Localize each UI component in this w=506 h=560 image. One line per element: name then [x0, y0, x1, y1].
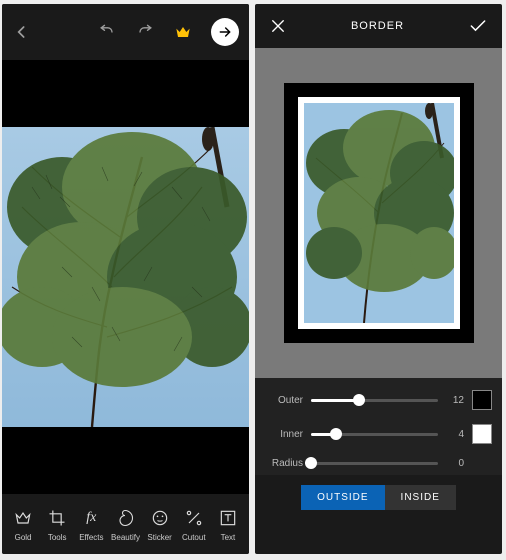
border-screen: BORDER	[255, 4, 502, 554]
slider-value: 0	[446, 458, 464, 469]
tool-label: Beautify	[111, 533, 140, 542]
slider-outer: Outer 12	[265, 390, 492, 410]
header-title: BORDER	[351, 20, 404, 32]
tool-sticker[interactable]: Sticker	[145, 507, 175, 542]
border-outer	[284, 83, 474, 343]
slider-label: Outer	[265, 395, 303, 406]
tool-effects[interactable]: fx Effects	[76, 507, 106, 542]
tool-label: Cutout	[182, 533, 206, 542]
slider-track-outer[interactable]	[311, 399, 438, 402]
tool-label: Text	[221, 533, 236, 542]
border-header: BORDER	[255, 4, 502, 48]
tool-label: Tools	[48, 533, 67, 542]
forward-button[interactable]	[211, 18, 239, 46]
slider-label: Inner	[265, 429, 303, 440]
color-swatch-inner[interactable]	[472, 424, 492, 444]
tool-text[interactable]: Text	[213, 507, 243, 542]
border-mode-tabs: OUTSIDE INSIDE	[255, 475, 502, 524]
crop-icon	[47, 507, 67, 529]
top-bar	[2, 4, 249, 60]
redo-icon[interactable]	[135, 22, 155, 42]
slider-value: 4	[446, 429, 464, 440]
tab-inside[interactable]: INSIDE	[385, 485, 456, 510]
tool-gold[interactable]: Gold	[8, 507, 38, 542]
crown-icon[interactable]	[173, 22, 193, 42]
tool-beautify[interactable]: Beautify	[110, 507, 140, 542]
canvas[interactable]	[2, 60, 249, 494]
slider-label: Radius	[265, 458, 303, 469]
tool-tools[interactable]: Tools	[42, 507, 72, 542]
slider-radius: Radius 0	[265, 458, 492, 469]
tool-cutout[interactable]: Cutout	[179, 507, 209, 542]
tab-outside[interactable]: OUTSIDE	[301, 485, 384, 510]
color-swatch-outer[interactable]	[472, 390, 492, 410]
undo-icon[interactable]	[97, 22, 117, 42]
slider-value: 12	[446, 395, 464, 406]
tool-label: Gold	[15, 533, 32, 542]
slider-track-inner[interactable]	[311, 433, 438, 436]
slider-inner: Inner 4	[265, 424, 492, 444]
border-preview[interactable]	[255, 48, 502, 378]
slider-track-radius[interactable]	[311, 462, 438, 465]
tool-label: Effects	[79, 533, 103, 542]
crown-outline-icon	[13, 507, 33, 529]
close-icon[interactable]	[269, 17, 287, 35]
tool-label: Sticker	[147, 533, 171, 542]
photo-preview	[2, 127, 249, 427]
back-icon[interactable]	[12, 22, 32, 42]
slider-panel: Outer 12 Inner 4 Radius	[255, 378, 502, 475]
border-inner	[298, 97, 460, 329]
cutout-icon	[184, 507, 204, 529]
photo-thumb	[304, 103, 454, 323]
sticker-icon	[150, 507, 170, 529]
fx-icon: fx	[86, 507, 96, 529]
check-icon[interactable]	[468, 16, 488, 36]
text-icon	[218, 507, 238, 529]
bottom-toolbar: Gold Tools fx Effects Beautify	[2, 494, 249, 554]
beautify-icon	[115, 507, 135, 529]
editor-screen: Gold Tools fx Effects Beautify	[2, 4, 249, 554]
